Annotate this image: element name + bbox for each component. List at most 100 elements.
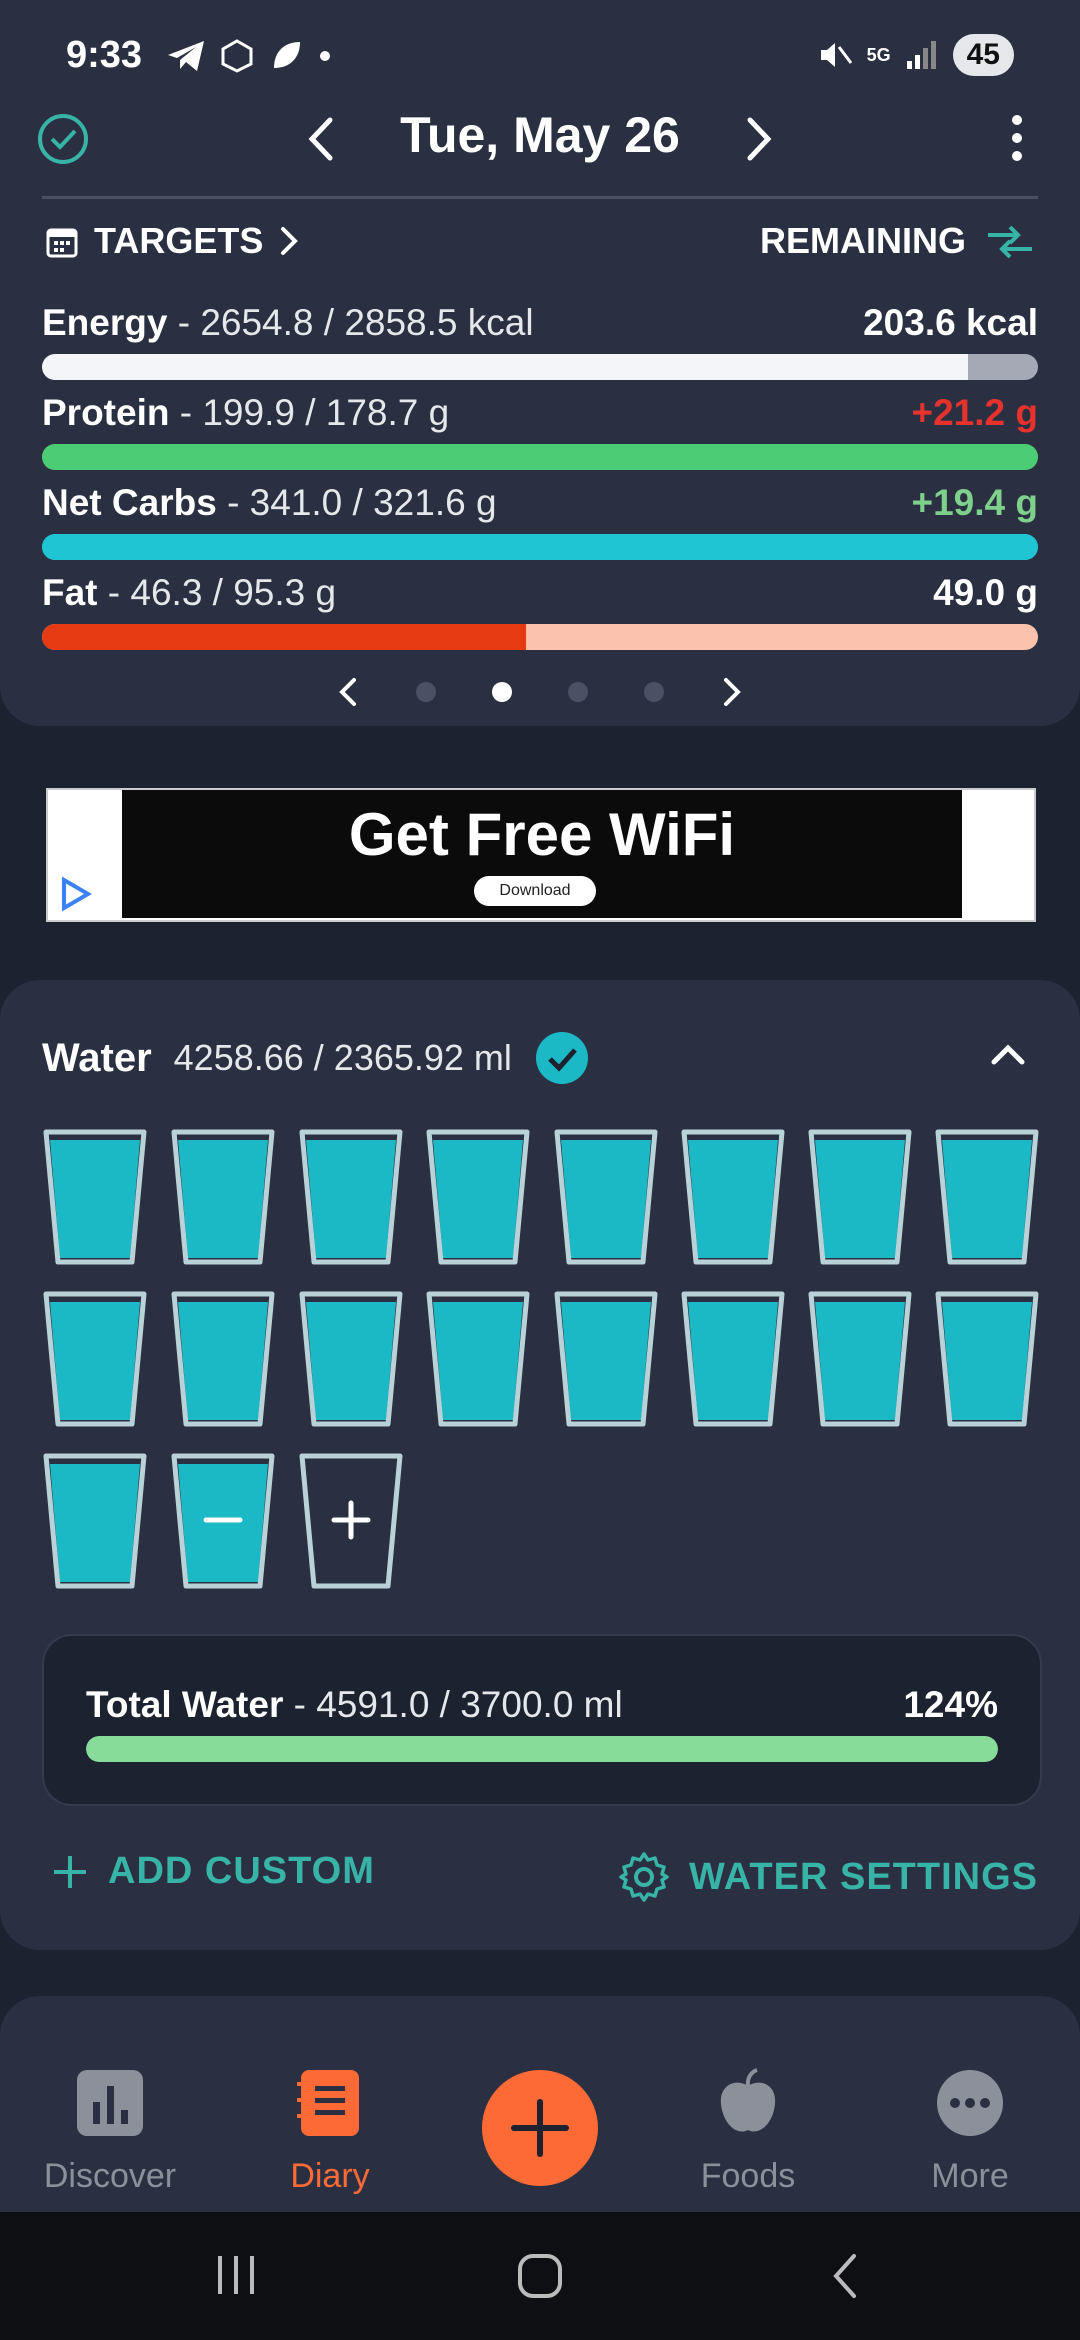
dot-icon (320, 51, 330, 61)
total-water-percent: 124% (903, 1684, 998, 1725)
remaining-toggle[interactable]: REMAINING (760, 220, 1036, 262)
nutrient-progress-bar (42, 354, 1038, 380)
total-water-values: - 4591.0 / 3700.0 ml (293, 1684, 623, 1725)
remaining-label: REMAINING (760, 220, 966, 261)
water-settings-button[interactable]: WATER SETTINGS (617, 1850, 1038, 1904)
system-navigation-bar (0, 2212, 1080, 2340)
nutrient-row-net-carbs[interactable]: Net Carbs - 341.0 / 321.6 g +19.4 g (42, 482, 1038, 562)
water-cup-filled[interactable] (298, 1126, 404, 1268)
more-vert-icon[interactable] (1002, 110, 1032, 166)
header-divider (42, 196, 1038, 199)
network-type: 5G (866, 44, 891, 65)
targets-button[interactable]: TARGETS (44, 220, 301, 262)
water-cup-filled[interactable] (298, 1288, 404, 1430)
status-system-icons: 5G 45 (817, 34, 1014, 76)
ad-headline: Get Free WiFi (348, 801, 736, 868)
nutrient-row-fat[interactable]: Fat - 46.3 / 95.3 g 49.0 g (42, 572, 1038, 652)
water-cup-filled[interactable] (807, 1126, 913, 1268)
pager-dot[interactable] (416, 682, 436, 702)
home-icon[interactable] (514, 2250, 566, 2302)
water-cup-filled[interactable] (680, 1126, 786, 1268)
nutrient-name: Fat (42, 572, 98, 613)
nav-item-discover[interactable]: Discover (30, 2068, 190, 2196)
ad-creative[interactable]: Get Free WiFi Download (122, 790, 962, 918)
water-cup-filled[interactable] (425, 1126, 531, 1268)
water-cup-filled[interactable] (170, 1288, 276, 1430)
notebook-icon (297, 2070, 359, 2136)
add-custom-label: ADD CUSTOM (108, 1850, 375, 1892)
chevron-right-icon[interactable] (738, 114, 778, 164)
nutrient-progress-fill (42, 444, 1038, 470)
calendar-icon (46, 228, 78, 258)
nutrient-row-energy[interactable]: Energy - 2654.8 / 2858.5 kcal 203.6 kcal (42, 302, 1038, 382)
chevron-right-icon[interactable] (720, 676, 744, 708)
apple-icon (720, 2068, 776, 2132)
nutrient-remaining: 49.0 g (933, 572, 1038, 613)
nutrient-progress-fill (42, 354, 969, 380)
total-water-progress-fill (86, 1736, 998, 1762)
nutrient-progress-fill (42, 624, 527, 650)
more-horiz-icon (937, 2070, 1003, 2136)
collapse-chevron-icon[interactable] (988, 1038, 1028, 1070)
nav-item-more[interactable]: More (890, 2068, 1050, 2196)
check-filled-icon (535, 1032, 588, 1084)
total-water-summary: Total Water - 4591.0 / 3700.0 ml 124% (42, 1634, 1042, 1806)
nutrient-remaining: +21.2 g (911, 392, 1038, 433)
current-date[interactable]: Tue, May 26 (0, 106, 1080, 164)
nutrient-values: - 199.9 / 178.7 g (179, 392, 450, 433)
pager-dot[interactable] (568, 682, 588, 702)
water-cup-filled[interactable] (553, 1126, 659, 1268)
water-cup-filled[interactable] (42, 1288, 148, 1430)
nutrient-name: Energy (42, 302, 168, 343)
nutrient-remaining: +19.4 g (911, 482, 1038, 523)
water-cup-filled[interactable] (170, 1126, 276, 1268)
pager-dot[interactable] (644, 682, 664, 702)
gear-icon (619, 1852, 669, 1902)
nav-label: More (931, 2157, 1009, 2195)
nav-item-diary[interactable]: Diary (250, 2068, 410, 2196)
ad-banner[interactable]: Get Free WiFi Download (46, 788, 1036, 922)
pager-dot[interactable] (492, 682, 512, 702)
water-cup-filled[interactable] (807, 1288, 913, 1430)
water-cup-filled[interactable] (425, 1288, 531, 1430)
water-cup-filled[interactable] (553, 1288, 659, 1430)
nutrient-name: Net Carbs (42, 482, 217, 523)
nutrient-remaining: 203.6 kcal (863, 302, 1038, 343)
plus-icon (511, 2099, 569, 2157)
summary-pager (0, 676, 1080, 708)
nutrient-values: - 341.0 / 321.6 g (227, 482, 497, 523)
nutrient-row-protein[interactable]: Protein - 199.9 / 178.7 g +21.2 g (42, 392, 1038, 472)
nav-label: Diary (290, 2157, 370, 2195)
nav-label: Discover (43, 2157, 177, 2195)
water-cup-filled[interactable] (42, 1126, 148, 1268)
telegram-icon (168, 41, 204, 71)
water-cup-filled[interactable] (934, 1126, 1040, 1268)
total-water-progress-bar (86, 1736, 998, 1762)
chevron-left-icon[interactable] (336, 676, 360, 708)
nutrient-progress-fill (42, 534, 1038, 560)
ad-download-button[interactable]: Download (474, 876, 596, 906)
add-cup-button[interactable] (298, 1450, 404, 1592)
status-time: 9:33 (66, 34, 143, 76)
nutrient-name: Protein (42, 392, 170, 433)
water-header: Water 4258.66 / 2365.92 ml (42, 1030, 590, 1086)
status-notification-icons (166, 38, 332, 74)
remove-cup-button[interactable] (170, 1450, 276, 1592)
water-cup-filled[interactable] (934, 1288, 1040, 1430)
nutrient-values: - 46.3 / 95.3 g (107, 572, 337, 613)
water-amount: 4258.66 / 2365.92 ml (173, 1037, 512, 1078)
nutrient-progress-bar (42, 534, 1038, 560)
water-cup-filled[interactable] (42, 1450, 148, 1592)
water-cup-filled[interactable] (680, 1288, 786, 1430)
add-entry-fab[interactable] (482, 2070, 598, 2186)
battery-indicator: 45 (952, 34, 1014, 76)
back-icon[interactable] (826, 2250, 866, 2302)
plus-icon (54, 1855, 86, 1888)
add-custom-button[interactable]: ADD CUSTOM (50, 1850, 375, 1893)
leaf-icon (274, 42, 300, 68)
ad-choices-icon[interactable] (54, 874, 94, 914)
water-settings-label: WATER SETTINGS (689, 1855, 1038, 1898)
nav-item-foods[interactable]: Foods (668, 2068, 828, 2196)
recents-icon[interactable] (214, 2250, 260, 2300)
signal-icon (906, 41, 936, 69)
